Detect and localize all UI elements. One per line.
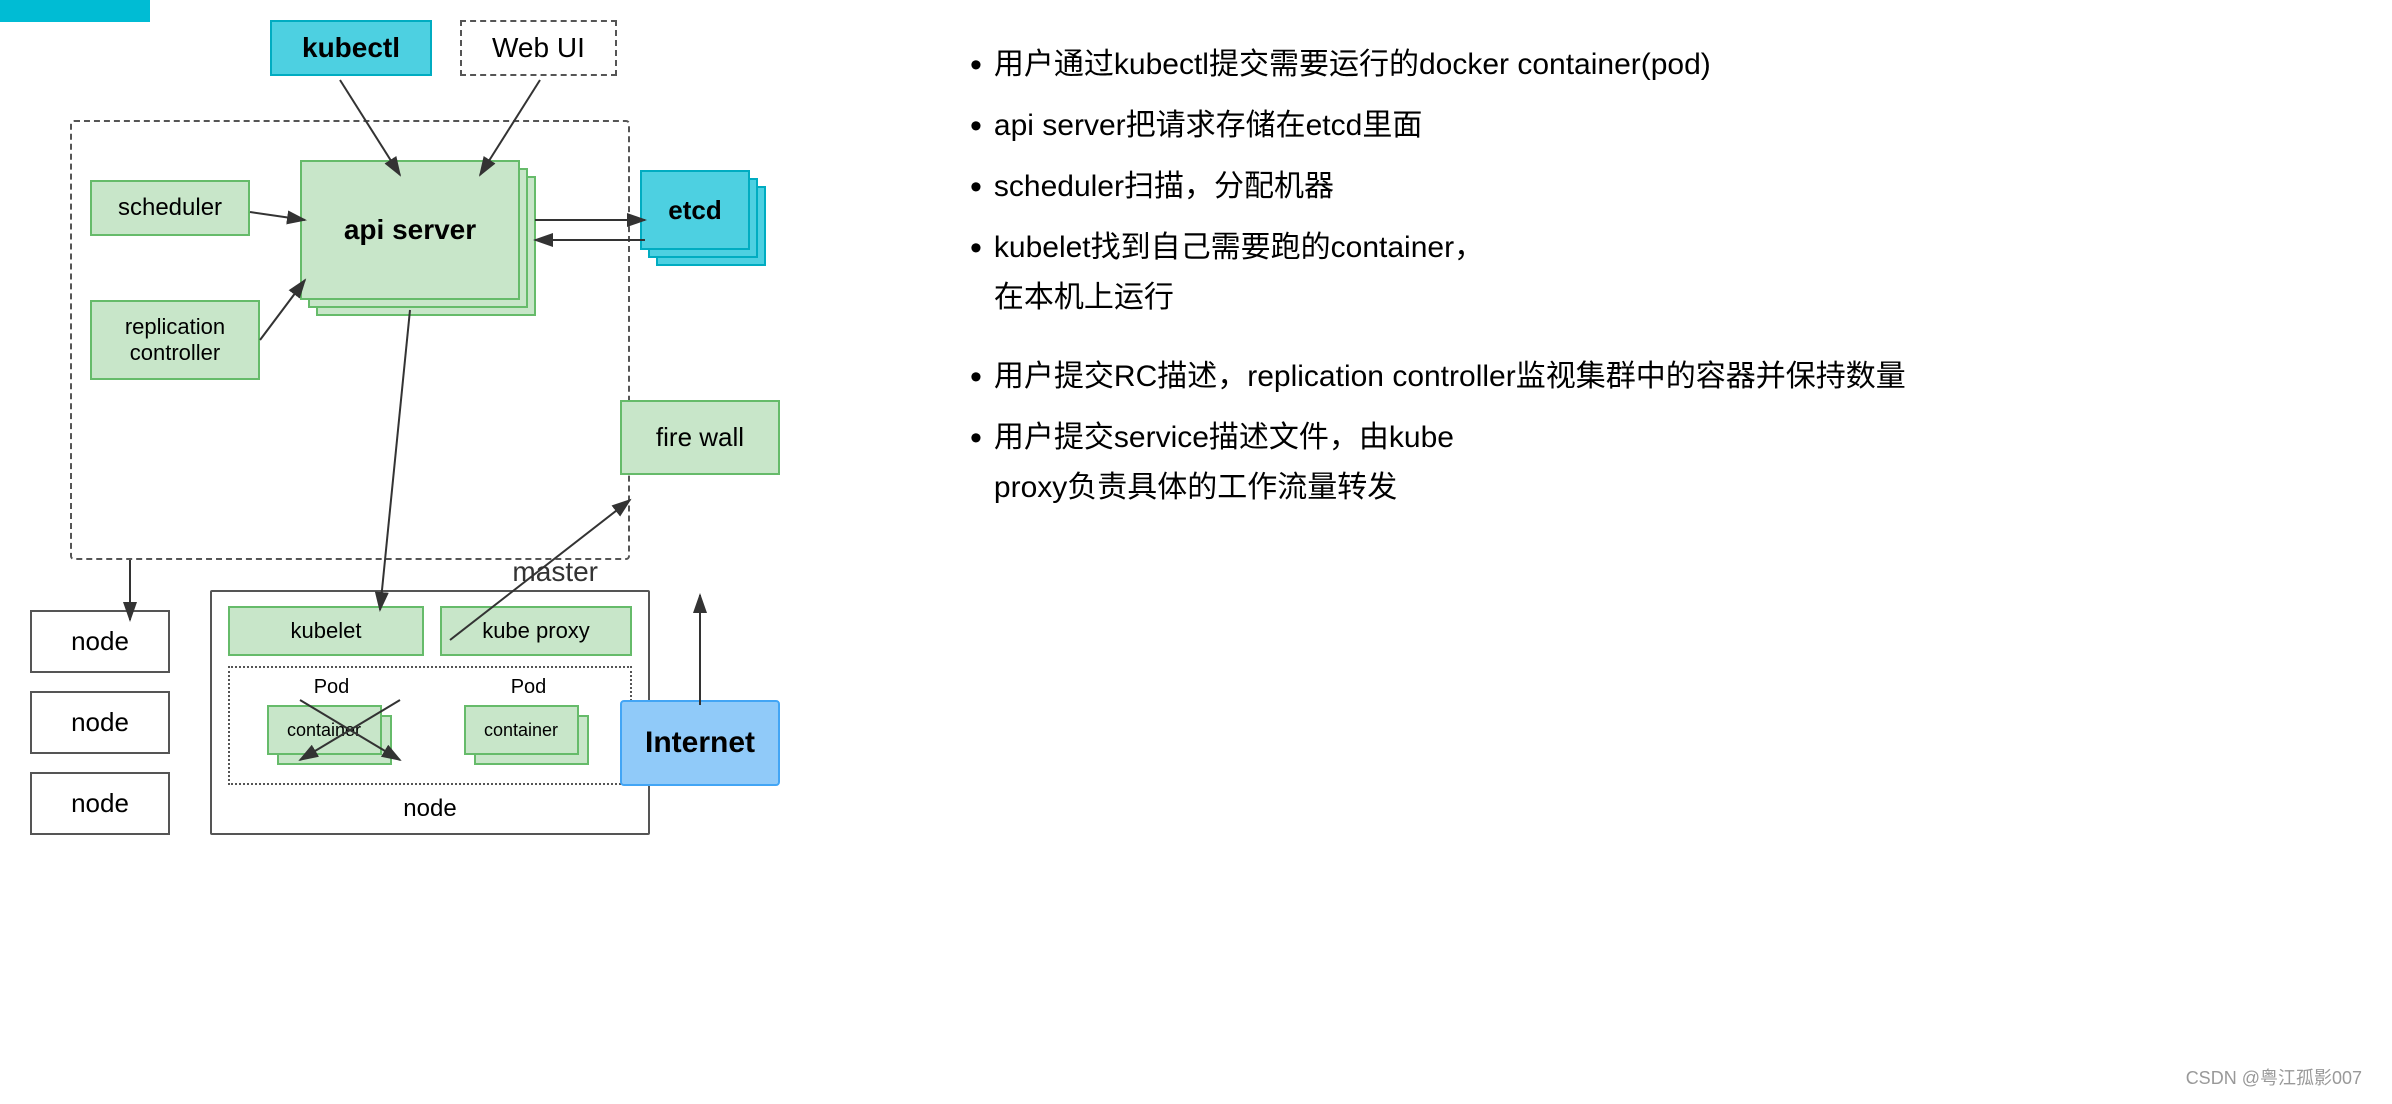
firewall-label: fire wall: [656, 422, 744, 452]
kubelet-label: kubelet: [291, 618, 362, 643]
bullet-dot-6: •: [970, 413, 982, 464]
node-box-3: node: [30, 772, 170, 835]
pod-column-1: Pod container: [238, 676, 425, 775]
bullet-item-5: • 用户提交RC描述，replication controller监视集群中的容…: [970, 352, 2322, 403]
internet-label: Internet: [645, 726, 755, 759]
replication-controller-box: replicationcontroller: [90, 300, 260, 380]
webui-label: Web UI: [492, 32, 585, 63]
bullet-text-2: api server把请求存储在etcd里面: [994, 101, 1422, 151]
bullet-text-4: kubelet找到自己需要跑的container，在本机上运行: [994, 223, 1484, 322]
bullet-item-4: • kubelet找到自己需要跑的container，在本机上运行: [970, 223, 2322, 322]
container-label-2: container: [484, 720, 558, 741]
watermark: CSDN @粤江孤影007: [2186, 1064, 2362, 1090]
api-server-label: api server: [344, 214, 476, 246]
bullet-group-1: • 用户通过kubectl提交需要运行的docker container(pod…: [970, 40, 2322, 322]
bullet-dot-4: •: [970, 223, 982, 274]
text-area: • 用户通过kubectl提交需要运行的docker container(pod…: [930, 20, 2362, 1084]
bullet-dot-3: •: [970, 162, 982, 213]
diagram-area: kubectl Web UI master scheduler replicat…: [30, 20, 930, 1084]
bullet-dot-2: •: [970, 101, 982, 152]
pod-area: Pod container Pod container: [228, 666, 632, 785]
bullet-dot-5: •: [970, 352, 982, 403]
kube-proxy-label: kube proxy: [482, 618, 590, 643]
node-main-area: kubelet kube proxy Pod container: [210, 590, 650, 835]
node-box-1: node: [30, 610, 170, 673]
node-label-3: node: [71, 788, 129, 818]
bullet-text-1: 用户通过kubectl提交需要运行的docker container(pod): [994, 40, 1711, 90]
api-server-front: api server: [300, 160, 520, 300]
scheduler-label: scheduler: [118, 194, 222, 221]
container-front-1: container: [267, 705, 382, 755]
kubelet-row: kubelet kube proxy: [212, 592, 648, 662]
webui-box: Web UI: [460, 20, 617, 76]
internet-box: Internet: [620, 700, 780, 786]
pod-label-2: Pod: [511, 676, 547, 699]
pod-column-2: Pod container: [435, 676, 622, 775]
main-container: kubectl Web UI master scheduler replicat…: [0, 0, 2392, 1104]
bullet-group-2: • 用户提交RC描述，replication controller监视集群中的容…: [970, 352, 2322, 512]
api-server-stack: api server: [300, 160, 540, 360]
container-stack-2: container: [464, 705, 594, 775]
node-bottom-label: node: [212, 795, 648, 823]
etcd-label: etcd: [668, 195, 721, 226]
master-label: master: [512, 556, 598, 588]
bullet-item-2: • api server把请求存储在etcd里面: [970, 101, 2322, 152]
container-stack-1: container: [267, 705, 397, 775]
container-front-2: container: [464, 705, 579, 755]
node-box-2: node: [30, 691, 170, 754]
node-label-1: node: [71, 626, 129, 656]
kubectl-label: kubectl: [302, 32, 400, 63]
replication-label: replicationcontroller: [125, 314, 225, 365]
kubelet-box: kubelet: [228, 606, 424, 656]
kube-proxy-box: kube proxy: [440, 606, 632, 656]
node-left-area: node node node: [30, 610, 170, 835]
bullet-item-3: • scheduler扫描，分配机器: [970, 162, 2322, 213]
scheduler-box: scheduler: [90, 180, 250, 236]
etcd-stack: etcd: [640, 170, 780, 300]
etcd-front: etcd: [640, 170, 750, 250]
pod-label-1: Pod: [314, 676, 350, 699]
kubectl-box: kubectl: [270, 20, 432, 76]
bullet-text-3: scheduler扫描，分配机器: [994, 162, 1334, 212]
bullet-item-1: • 用户通过kubectl提交需要运行的docker container(pod…: [970, 40, 2322, 91]
firewall-box: fire wall: [620, 400, 780, 475]
bullet-text-5: 用户提交RC描述，replication controller监视集群中的容器并…: [994, 352, 1906, 402]
node-label-2: node: [71, 707, 129, 737]
bullet-item-6: • 用户提交service描述文件，由kubeproxy负责具体的工作流量转发: [970, 413, 2322, 512]
top-bar: [0, 0, 150, 22]
container-label-1: container: [287, 720, 361, 741]
bullet-dot-1: •: [970, 40, 982, 91]
bullet-text-6: 用户提交service描述文件，由kubeproxy负责具体的工作流量转发: [994, 413, 1454, 512]
